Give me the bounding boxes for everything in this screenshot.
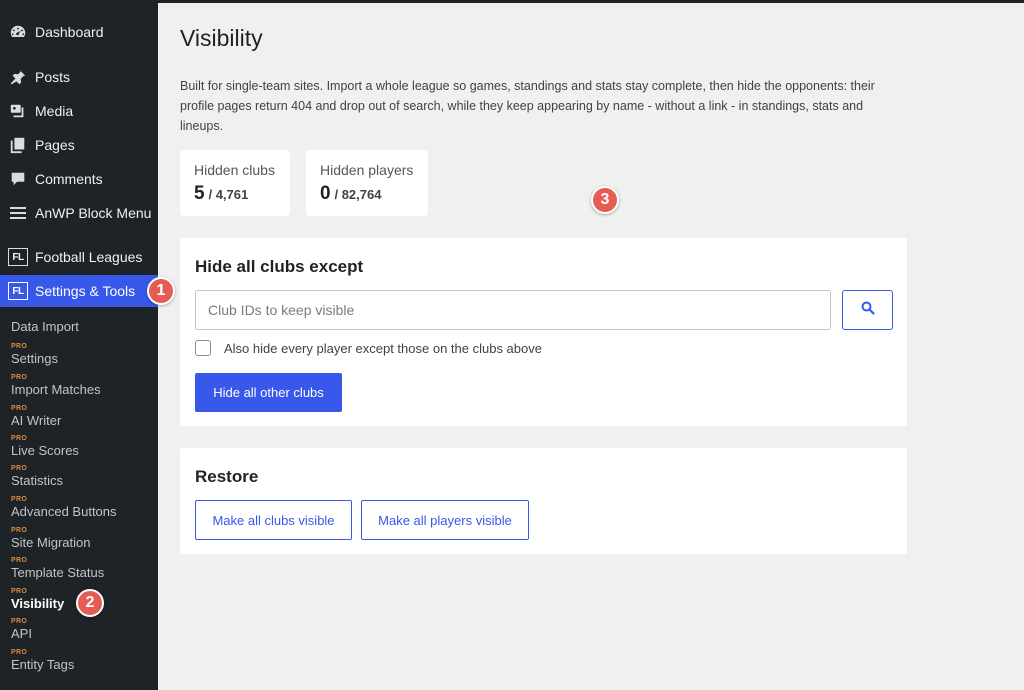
main-content: Visibility Built for single-team sites. … bbox=[158, 3, 1024, 690]
restore-panel: Restore Make all clubs visible Make all … bbox=[180, 448, 907, 554]
pin-icon bbox=[8, 67, 28, 87]
stat-label: Hidden clubs bbox=[194, 162, 275, 178]
page-title: Visibility bbox=[180, 25, 263, 51]
pages-icon bbox=[8, 135, 28, 155]
submenu-item-entity-tags[interactable]: PRO Entity Tags bbox=[11, 649, 151, 673]
pro-badge: PRO bbox=[11, 343, 28, 350]
stat-value: 0 / 82,764 bbox=[320, 183, 382, 204]
make-all-clubs-visible-button[interactable]: Make all clubs visible bbox=[195, 500, 352, 540]
pro-badge: PRO bbox=[11, 405, 28, 412]
sidebar-item-dashboard[interactable]: Dashboard bbox=[0, 16, 158, 48]
submenu-item-advanced-buttons[interactable]: PRO Advanced Buttons bbox=[11, 496, 151, 520]
sidebar-item-label: Posts bbox=[35, 69, 71, 85]
sidebar-item-football-leagues[interactable]: FL Football Leagues bbox=[0, 241, 158, 273]
sidebar-item-label: Media bbox=[35, 103, 74, 119]
hide-clubs-panel: Hide all clubs except Also hide every pl… bbox=[180, 238, 907, 426]
hide-all-other-clubs-button[interactable]: Hide all other clubs bbox=[195, 373, 342, 412]
dashboard-icon bbox=[8, 22, 28, 42]
step-marker-2: 2 bbox=[76, 589, 104, 617]
panel-title: Hide all clubs except bbox=[195, 257, 364, 276]
search-icon bbox=[861, 301, 875, 320]
checkbox-label: Also hide every player except those on t… bbox=[224, 340, 542, 356]
sidebar-item-label: AnWP Block Menu bbox=[35, 205, 152, 221]
search-button[interactable] bbox=[842, 290, 893, 330]
admin-sidebar: Dashboard Posts Media Pages Comments AnW… bbox=[0, 0, 158, 690]
media-icon bbox=[8, 101, 28, 121]
submenu-item-settings[interactable]: PRO Settings bbox=[11, 343, 151, 367]
submenu-item-import-matches[interactable]: PRO Import Matches bbox=[11, 374, 151, 398]
pro-badge: PRO bbox=[11, 557, 28, 564]
sidebar-item-posts[interactable]: Posts bbox=[0, 61, 158, 93]
sidebar-item-label: Pages bbox=[35, 137, 75, 153]
sidebar-item-label: Comments bbox=[35, 171, 103, 187]
pro-badge: PRO bbox=[11, 618, 28, 625]
club-ids-input[interactable] bbox=[195, 290, 831, 330]
submenu-item-live-scores[interactable]: PRO Live Scores bbox=[11, 435, 151, 459]
sidebar-item-label: Football Leagues bbox=[35, 249, 143, 265]
step-marker-3: 3 bbox=[591, 186, 619, 214]
stat-value: 5 / 4,761 bbox=[194, 183, 249, 204]
stat-label: Hidden players bbox=[320, 162, 414, 178]
sidebar-item-settings-tools[interactable]: FL Settings & Tools bbox=[0, 275, 158, 307]
comment-icon bbox=[8, 169, 28, 189]
submenu-item-site-migration[interactable]: PRO Site Migration bbox=[11, 527, 151, 551]
stat-card-hidden-players: Hidden players 0 / 82,764 bbox=[306, 150, 428, 216]
stat-card-hidden-clubs: Hidden clubs 5 / 4,761 bbox=[180, 150, 290, 216]
pro-badge: PRO bbox=[11, 465, 28, 472]
sidebar-item-media[interactable]: Media bbox=[0, 95, 158, 127]
submenu-item-statistics[interactable]: PRO Statistics bbox=[11, 465, 151, 489]
fl-logo-icon: FL bbox=[8, 247, 28, 267]
fl-logo-icon: FL bbox=[8, 281, 28, 301]
pro-badge: PRO bbox=[11, 649, 28, 656]
hide-players-option[interactable]: Also hide every player except those on t… bbox=[195, 340, 542, 356]
hide-players-checkbox[interactable] bbox=[195, 340, 211, 356]
panel-title: Restore bbox=[195, 467, 259, 486]
submenu-item-ai-writer[interactable]: PRO AI Writer bbox=[11, 405, 151, 429]
sidebar-item-anwp-block-menu[interactable]: AnWP Block Menu bbox=[0, 197, 158, 229]
pro-badge: PRO bbox=[11, 374, 28, 381]
page-description: Built for single-team sites. Import a wh… bbox=[180, 79, 875, 133]
pro-badge: PRO bbox=[11, 496, 28, 503]
pro-badge: PRO bbox=[11, 435, 28, 442]
sidebar-item-label: Settings & Tools bbox=[35, 283, 136, 299]
submenu-item-api[interactable]: PRO API bbox=[11, 618, 151, 642]
submenu-item-template-status[interactable]: PRO Template Status bbox=[11, 557, 151, 581]
make-all-players-visible-button[interactable]: Make all players visible bbox=[361, 500, 529, 540]
sidebar-item-pages[interactable]: Pages bbox=[0, 129, 158, 161]
menu-lines-icon bbox=[8, 203, 28, 223]
step-marker-1: 1 bbox=[147, 277, 175, 305]
submenu-item-data-import[interactable]: Data Import bbox=[11, 319, 151, 335]
sidebar-item-comments[interactable]: Comments bbox=[0, 163, 158, 195]
pro-badge: PRO bbox=[11, 527, 28, 534]
sidebar-item-label: Dashboard bbox=[35, 24, 104, 40]
